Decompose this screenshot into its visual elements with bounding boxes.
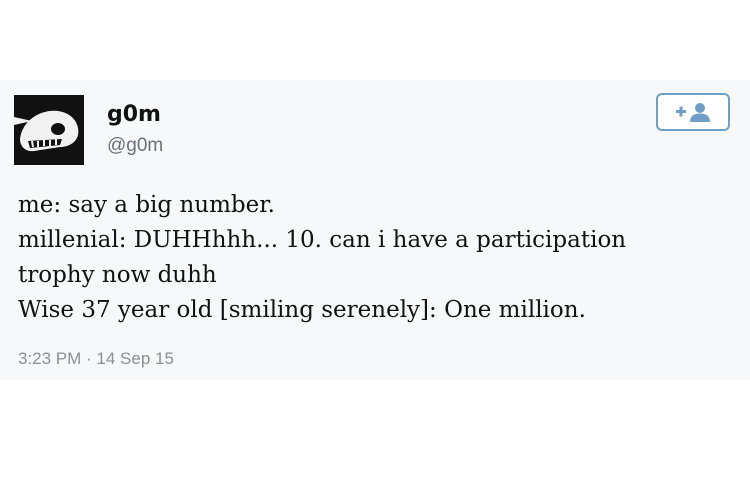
user-handle[interactable]: @g0m (107, 134, 163, 158)
tweet-text-line: me: say a big number. (18, 192, 275, 218)
tweet-text-line: trophy now duhh (18, 262, 217, 288)
page: g0m @g0m me: say a big number. millenial… (0, 0, 750, 502)
tweet-text-line: Wise 37 year old [smiling serenely]: One… (18, 297, 586, 323)
tweet-text-line: millenial: DUHHhhh... 10. can i have a p… (18, 227, 627, 253)
avatar[interactable] (14, 95, 84, 165)
user-block: g0m @g0m (107, 102, 163, 158)
display-name[interactable]: g0m (107, 102, 163, 128)
tweet-text: me: say a big number. millenial: DUHHhhh… (18, 188, 733, 328)
tweet-timestamp[interactable]: 3:23 PM · 14 Sep 15 (18, 349, 174, 369)
follow-button[interactable] (656, 93, 730, 131)
add-user-icon (676, 103, 710, 122)
skull-avatar-icon (14, 95, 84, 165)
tweet-card: g0m @g0m me: say a big number. millenial… (0, 80, 750, 380)
